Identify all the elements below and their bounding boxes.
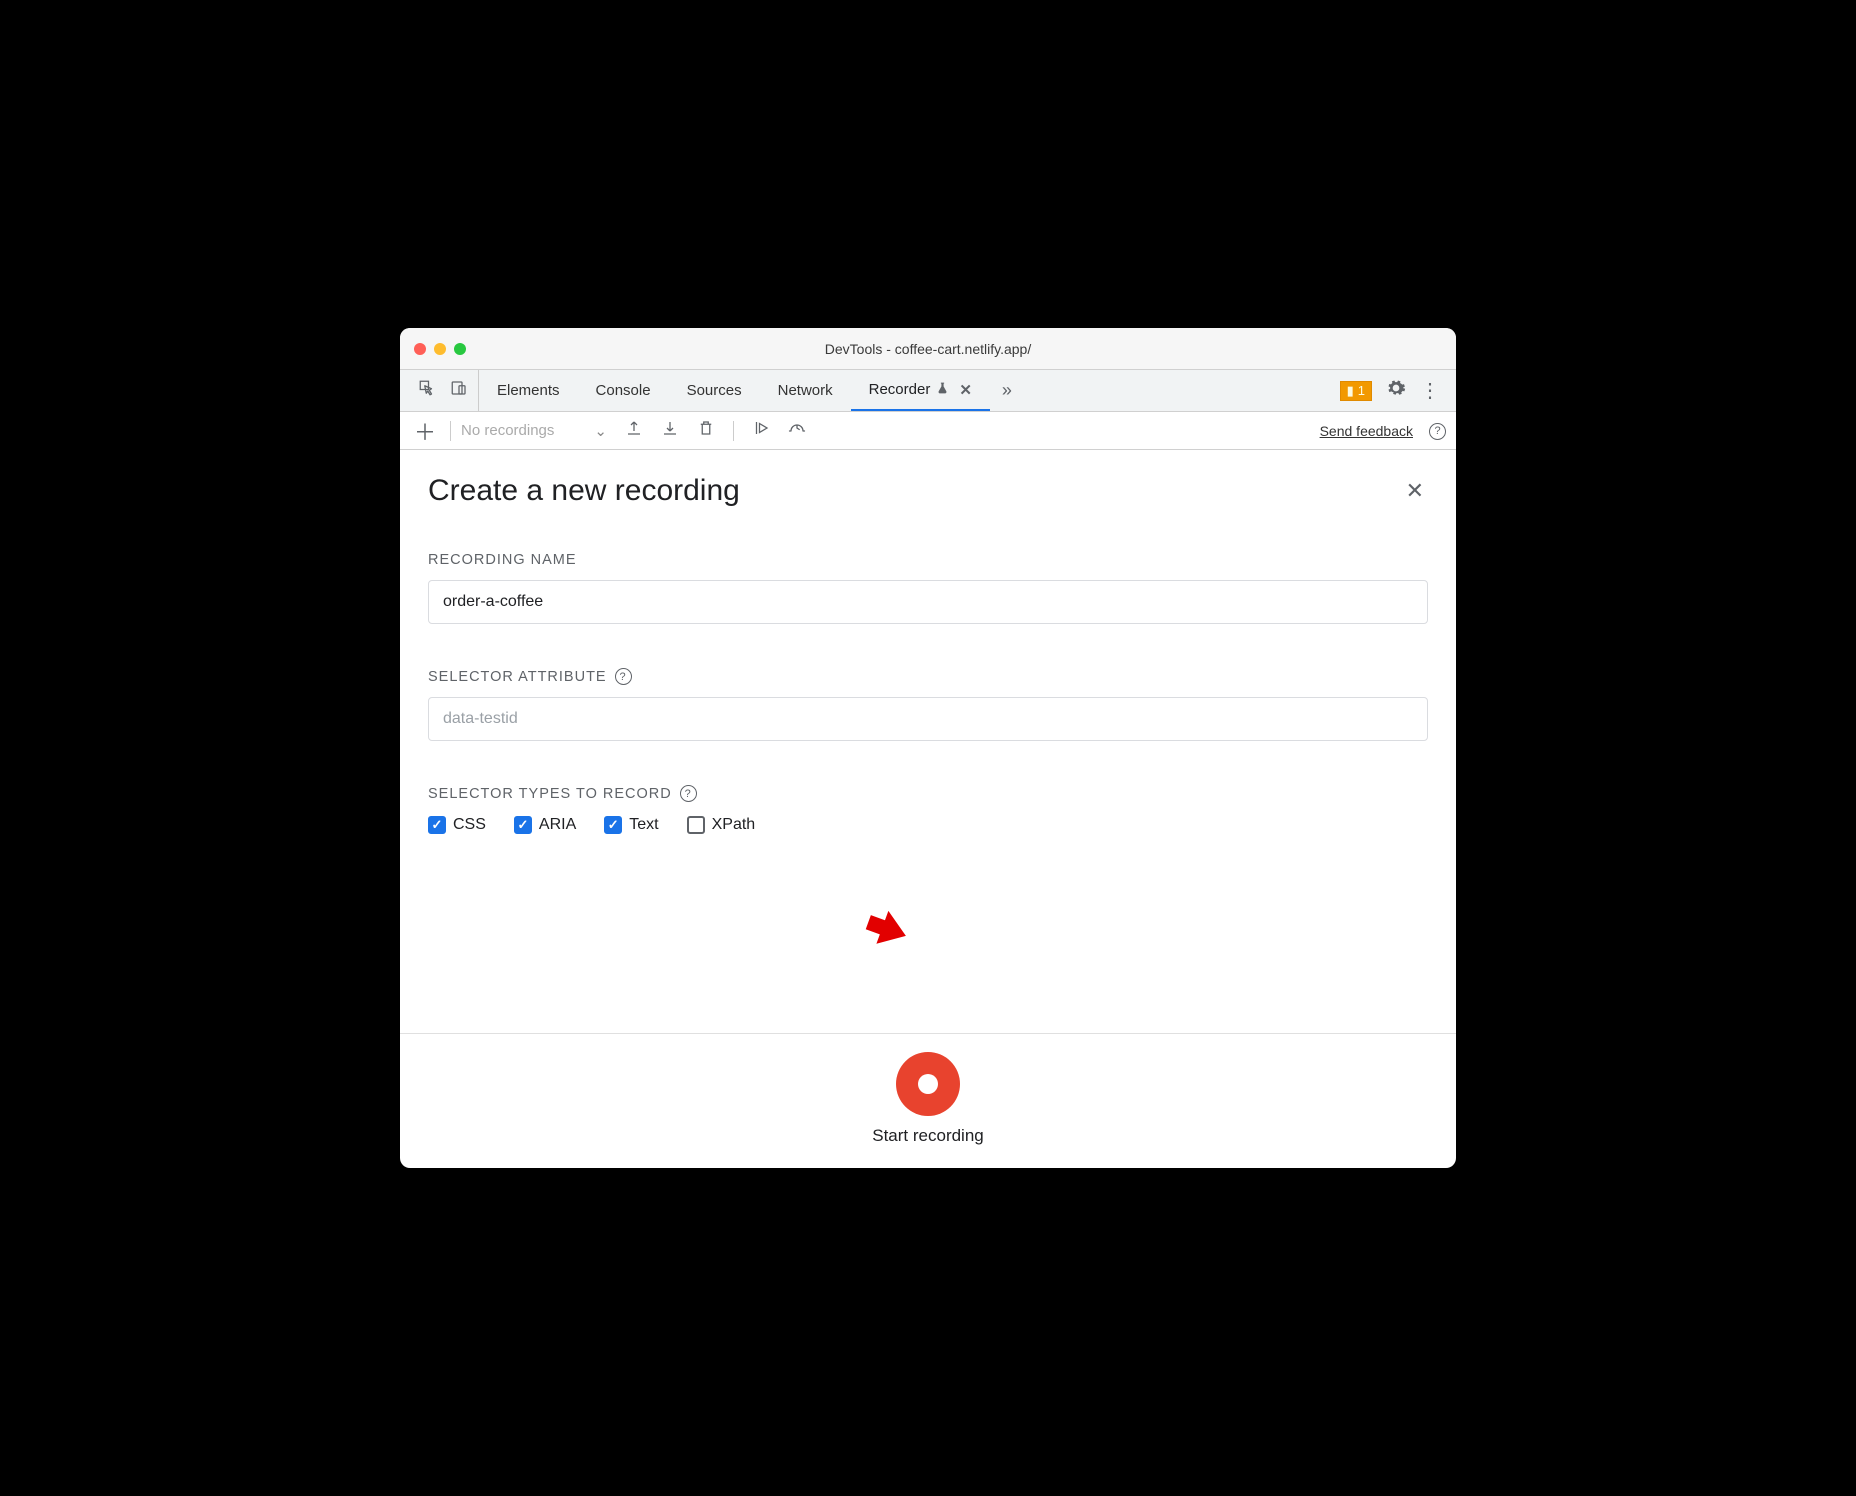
devtools-window: DevTools - coffee-cart.netlify.app/ Elem… [400,328,1456,1168]
checkbox-xpath[interactable]: XPath [687,816,756,834]
experiment-icon [936,381,949,398]
send-feedback-link[interactable]: Send feedback [1320,423,1413,439]
record-icon [918,1074,938,1094]
issues-badge[interactable]: ▮ 1 [1340,381,1372,401]
settings-icon[interactable] [1386,378,1406,403]
tabbar: Elements Console Sources Network Recorde… [400,370,1456,412]
close-window-button[interactable] [414,343,426,355]
checkbox-icon: ✓ [514,816,532,834]
panel-content: Create a new recording ✕ Recording name … [400,450,1456,1033]
window-title: DevTools - coffee-cart.netlify.app/ [400,341,1456,357]
selector-attribute-label: Selector attribute ? [428,668,1428,685]
replay-icon[interactable] [752,419,770,442]
recording-select[interactable]: No recordings ⌄ [461,422,613,440]
annotation-arrow [849,877,930,965]
maximize-window-button[interactable] [454,343,466,355]
page-heading: Create a new recording [428,474,740,508]
delete-icon[interactable] [697,419,715,442]
issues-count: 1 [1358,383,1365,398]
checkbox-text[interactable]: ✓ Text [604,816,658,834]
titlebar: DevTools - coffee-cart.netlify.app/ [400,328,1456,370]
close-panel-button[interactable]: ✕ [1402,474,1428,508]
tab-network[interactable]: Network [760,370,851,411]
tab-elements[interactable]: Elements [479,370,578,411]
device-toggle-icon[interactable] [450,379,468,402]
traffic-lights [400,343,466,355]
import-icon[interactable] [661,419,679,442]
minimize-window-button[interactable] [434,343,446,355]
warning-icon: ▮ [1347,383,1354,399]
selector-attribute-input[interactable] [428,697,1428,741]
start-recording-label: Start recording [872,1126,984,1146]
inspect-element-icon[interactable] [418,379,436,402]
replay-slow-icon[interactable] [788,419,806,442]
add-recording-icon[interactable]: ＋ [410,415,440,447]
help-icon[interactable]: ? [615,668,632,685]
selector-types-row: ✓ CSS ✓ ARIA ✓ Text XPath [428,816,1428,834]
more-menu-icon[interactable]: ⋮ [1420,378,1440,403]
help-icon[interactable]: ? [680,785,697,802]
chevron-down-icon: ⌄ [594,422,607,440]
inspect-group [408,370,479,411]
close-tab-icon[interactable]: ✕ [959,381,972,399]
checkbox-icon: ✓ [428,816,446,834]
checkbox-css[interactable]: ✓ CSS [428,816,486,834]
selector-types-label: Selector types to record ? [428,785,1428,802]
checkbox-icon [687,816,705,834]
recording-name-label: Recording name [428,552,1428,568]
footer: Start recording [400,1033,1456,1168]
help-icon[interactable]: ? [1429,421,1446,440]
recording-name-input[interactable] [428,580,1428,624]
tab-sources[interactable]: Sources [669,370,760,411]
export-icon[interactable] [625,419,643,442]
tab-overflow-icon[interactable]: » [990,380,1024,401]
tab-console[interactable]: Console [578,370,669,411]
recorder-toolbar: ＋ No recordings ⌄ Send feedback ? [400,412,1456,450]
tab-recorder[interactable]: Recorder ✕ [851,370,990,411]
checkbox-aria[interactable]: ✓ ARIA [514,816,576,834]
checkbox-icon: ✓ [604,816,622,834]
start-recording-button[interactable] [896,1052,960,1116]
